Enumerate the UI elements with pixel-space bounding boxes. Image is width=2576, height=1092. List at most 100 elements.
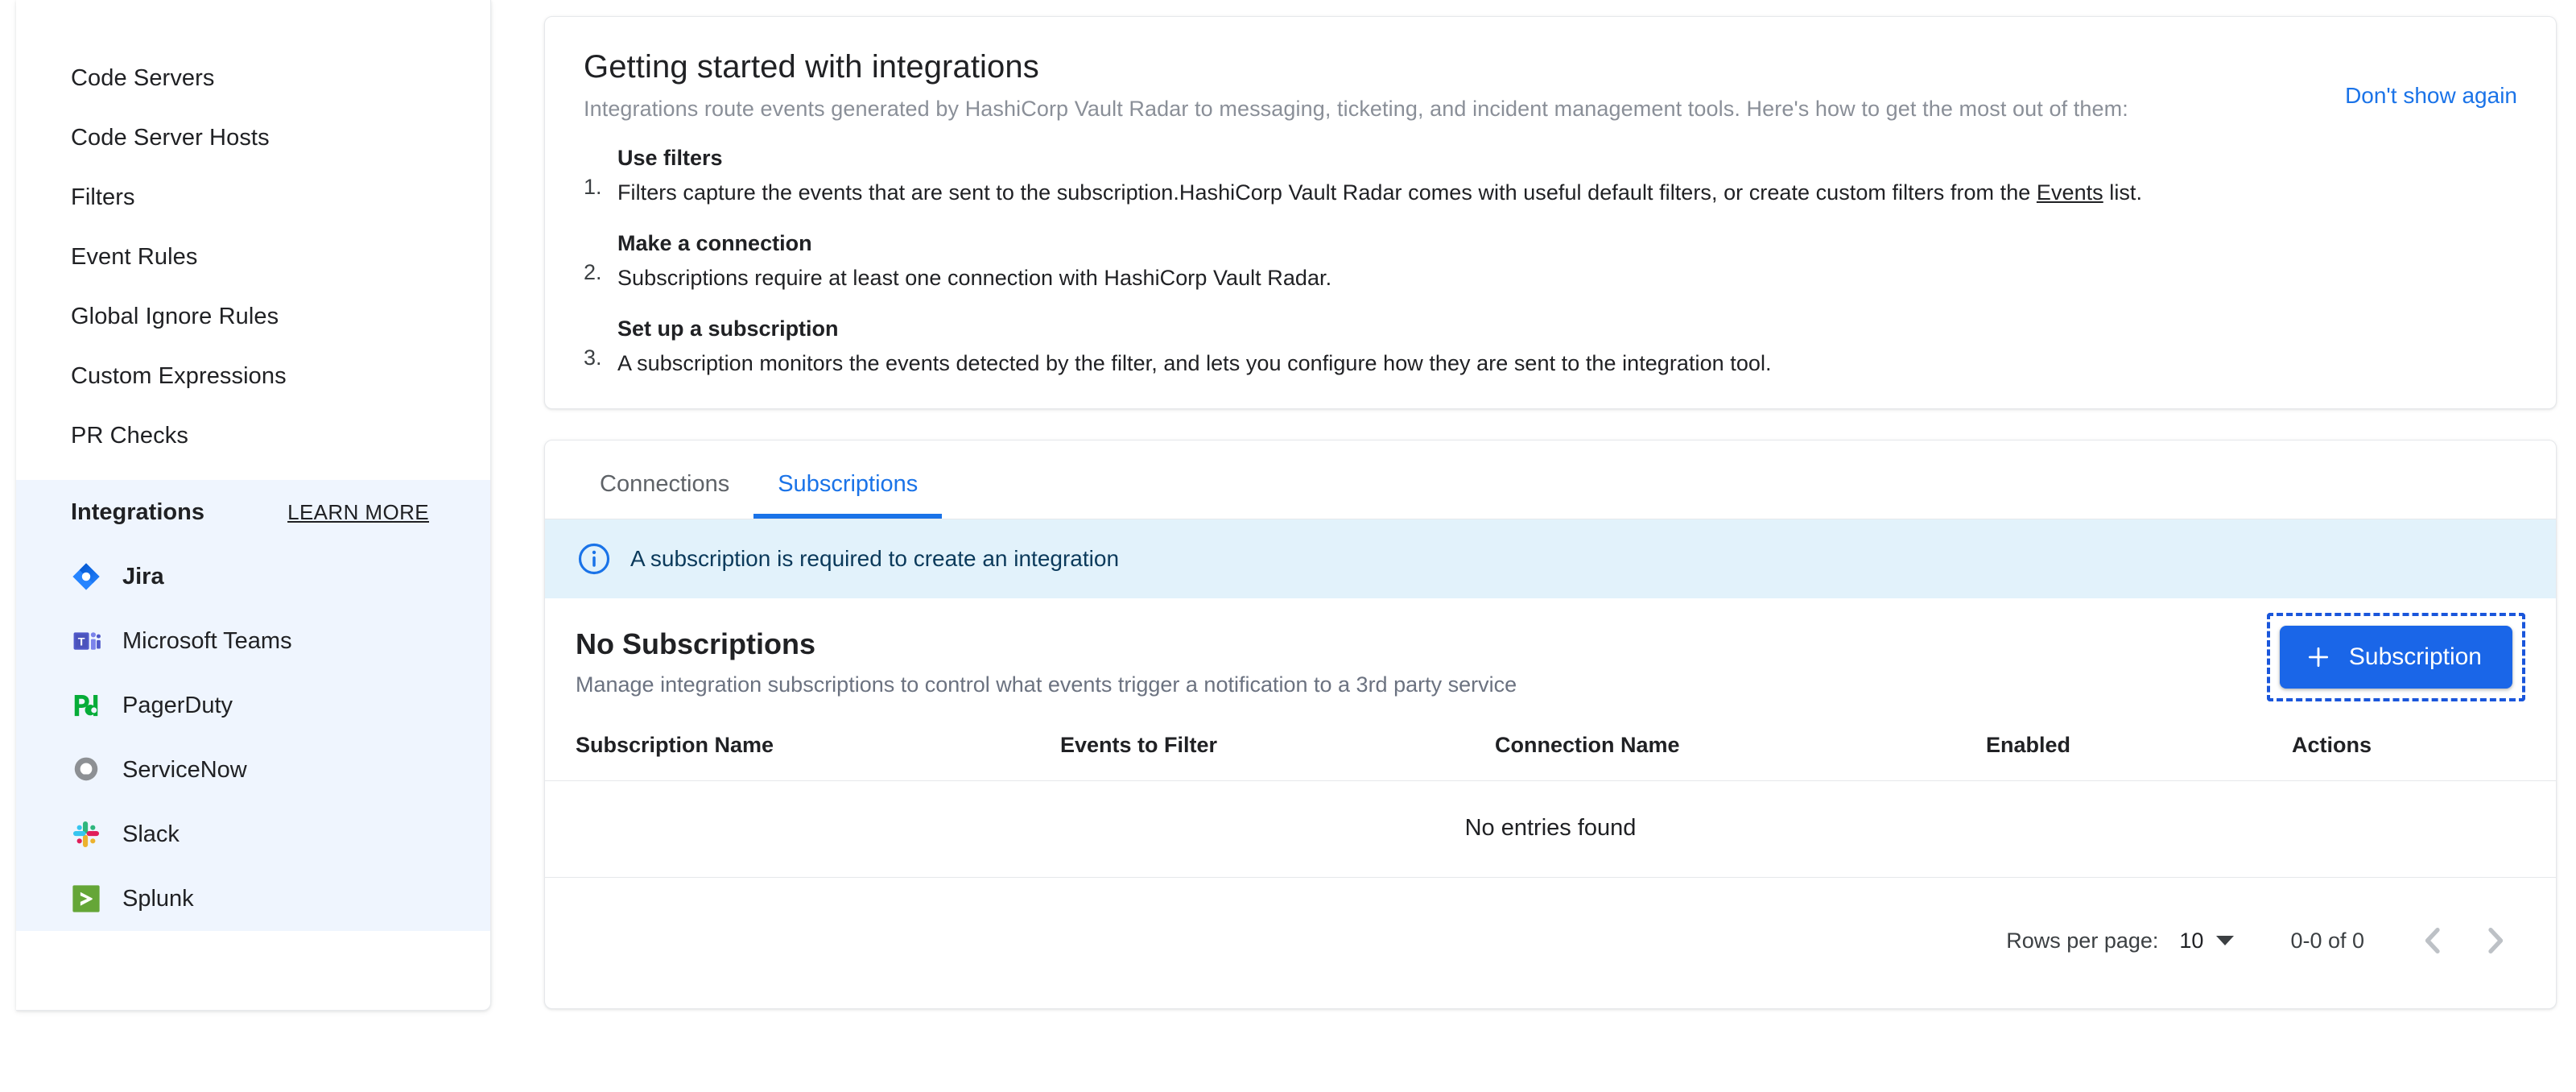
step-description: Subscriptions require at least one conne…: [617, 266, 1332, 290]
sidebar-item-jira[interactable]: Jira: [16, 544, 490, 609]
sidebar-item-label: ServiceNow: [122, 756, 247, 783]
sidebar-item-servicenow[interactable]: ServiceNow: [16, 738, 490, 802]
sidebar-item-label: Slack: [122, 821, 180, 847]
step-title: Set up a subscription: [617, 316, 839, 341]
sidebar-item-custom-expressions[interactable]: Custom Expressions: [16, 346, 490, 406]
integrations-section: Integrations LEARN MORE Jira T Microsoft…: [16, 480, 490, 931]
step-desc-before: Filters capture the events that are sent…: [617, 180, 2037, 205]
table-head: Subscription Name Events to Filter Conne…: [545, 725, 2556, 781]
tab-connections[interactable]: Connections: [576, 441, 753, 519]
sidebar-item-pagerduty[interactable]: PagerDuty: [16, 673, 490, 738]
table-body: No entries found: [545, 780, 2556, 878]
list-title: No Subscriptions: [576, 627, 816, 660]
list-subtitle: Manage integration subscriptions to cont…: [576, 672, 1517, 697]
pagerduty-icon: [71, 690, 101, 721]
sidebar-item-label: Code Server Hosts: [71, 124, 270, 151]
learn-more-link[interactable]: LEARN MORE: [287, 500, 429, 525]
pagination: Rows per page: 10 0-0 of 0: [545, 878, 2556, 1008]
step-item: 1. Use filters Filters capture the event…: [584, 146, 2517, 205]
servicenow-icon: [71, 755, 101, 785]
sidebar-item-label: Event Rules: [71, 243, 198, 270]
empty-state-text: No entries found: [545, 780, 2556, 878]
rows-per-page-label: Rows per page:: [2006, 928, 2159, 953]
splunk-icon: [71, 883, 101, 914]
getting-started-subtitle: Integrations route events generated by H…: [584, 97, 2128, 121]
rows-per-page-select[interactable]: 10: [2179, 928, 2235, 953]
sidebar-item-code-server-hosts[interactable]: Code Server Hosts: [16, 108, 490, 168]
add-subscription-highlight: Subscription: [2266, 613, 2525, 701]
rows-per-page-value: 10: [2179, 928, 2204, 953]
chevron-left-icon: [2425, 928, 2440, 953]
sidebar-item-code-servers[interactable]: Code Servers: [16, 48, 490, 108]
info-banner: A subscription is required to create an …: [545, 519, 2556, 598]
next-page-button[interactable]: [2464, 910, 2525, 971]
pagination-range: 0-0 of 0: [2290, 928, 2364, 953]
step-number: 1.: [584, 175, 602, 199]
tab-label: Connections: [600, 471, 730, 497]
dont-show-again-link[interactable]: Don't show again: [2345, 83, 2517, 109]
sidebar-item-label: Splunk: [122, 885, 194, 912]
svg-text:T: T: [78, 635, 85, 648]
tab-subscriptions[interactable]: Subscriptions: [753, 441, 943, 519]
column-header-actions: Actions: [2292, 725, 2556, 781]
column-header-enabled: Enabled: [1986, 725, 2292, 781]
step-body: Make a connection Subscriptions require …: [617, 231, 2517, 291]
subscriptions-table: Subscription Name Events to Filter Conne…: [545, 725, 2556, 878]
add-subscription-button[interactable]: Subscription: [2279, 626, 2512, 689]
integrations-title: Integrations: [71, 498, 204, 525]
step-item: 2. Make a connection Subscriptions requi…: [584, 231, 2517, 291]
step-description: A subscription monitors the events detec…: [617, 351, 1772, 375]
column-header-connection-name: Connection Name: [1495, 725, 1986, 781]
integration-panel-card: Connections Subscriptions A subscription…: [544, 440, 2557, 1009]
sidebar-item-slack[interactable]: Slack: [16, 802, 490, 867]
sidebar-item-filters[interactable]: Filters: [16, 168, 490, 227]
list-header: No Subscriptions Manage integration subs…: [545, 598, 2556, 725]
step-number: 3.: [584, 345, 602, 370]
chevron-right-icon: [2488, 928, 2504, 953]
step-item: 3. Set up a subscription A subscription …: [584, 316, 2517, 376]
sidebar-item-label: Custom Expressions: [71, 362, 287, 389]
getting-started-card: Getting started with integrations Integr…: [544, 16, 2557, 409]
sidebar-item-label: PagerDuty: [122, 692, 233, 718]
add-subscription-label: Subscription: [2348, 643, 2482, 670]
chevron-down-icon: [2216, 936, 2235, 945]
info-circle-icon: [577, 542, 611, 576]
info-banner-text: A subscription is required to create an …: [630, 546, 1120, 571]
step-number: 2.: [584, 260, 602, 284]
sidebar: Code Servers Code Server Hosts Filters E…: [16, 0, 491, 1011]
tab-label: Subscriptions: [778, 471, 919, 497]
sidebar-nav-list: Code Servers Code Server Hosts Filters E…: [16, 48, 490, 465]
step-body: Set up a subscription A subscription mon…: [617, 316, 2517, 376]
step-desc-after: list.: [2103, 180, 2143, 205]
sidebar-item-splunk[interactable]: Splunk: [16, 867, 490, 931]
step-body: Use filters Filters capture the events t…: [617, 146, 2517, 205]
step-title: Make a connection: [617, 231, 812, 255]
column-header-subscription-name: Subscription Name: [545, 725, 1060, 781]
table-header-row: Subscription Name Events to Filter Conne…: [545, 725, 2556, 781]
plus-icon: [2306, 644, 2331, 670]
sidebar-item-event-rules[interactable]: Event Rules: [16, 227, 490, 287]
sidebar-item-label: Jira: [122, 563, 164, 589]
sidebar-item-global-ignore-rules[interactable]: Global Ignore Rules: [16, 287, 490, 346]
step-title: Use filters: [617, 146, 723, 170]
events-link[interactable]: Events: [2037, 180, 2103, 205]
table-empty-row: No entries found: [545, 780, 2556, 878]
main-content: Getting started with integrations Integr…: [544, 0, 2557, 1009]
sidebar-item-label: Code Servers: [71, 64, 215, 91]
sidebar-item-pr-checks[interactable]: PR Checks: [16, 406, 490, 465]
jira-icon: [71, 561, 101, 592]
column-header-events-to-filter: Events to Filter: [1060, 725, 1495, 781]
previous-page-button[interactable]: [2403, 910, 2464, 971]
sidebar-item-microsoft-teams[interactable]: T Microsoft Teams: [16, 609, 490, 673]
microsoft-teams-icon: T: [71, 626, 101, 656]
sidebar-item-label: Global Ignore Rules: [71, 303, 279, 329]
sidebar-item-label: Filters: [71, 184, 135, 210]
sidebar-item-label: PR Checks: [71, 422, 188, 449]
page-title: Getting started with integrations: [584, 49, 1039, 85]
slack-icon: [71, 819, 101, 850]
integrations-header: Integrations LEARN MORE: [16, 480, 490, 544]
app-root: Code Servers Code Server Hosts Filters E…: [0, 0, 2576, 1092]
sidebar-item-label: Microsoft Teams: [122, 627, 292, 654]
tab-bar: Connections Subscriptions: [545, 441, 2556, 519]
sidebar-divider-space: [16, 465, 490, 480]
